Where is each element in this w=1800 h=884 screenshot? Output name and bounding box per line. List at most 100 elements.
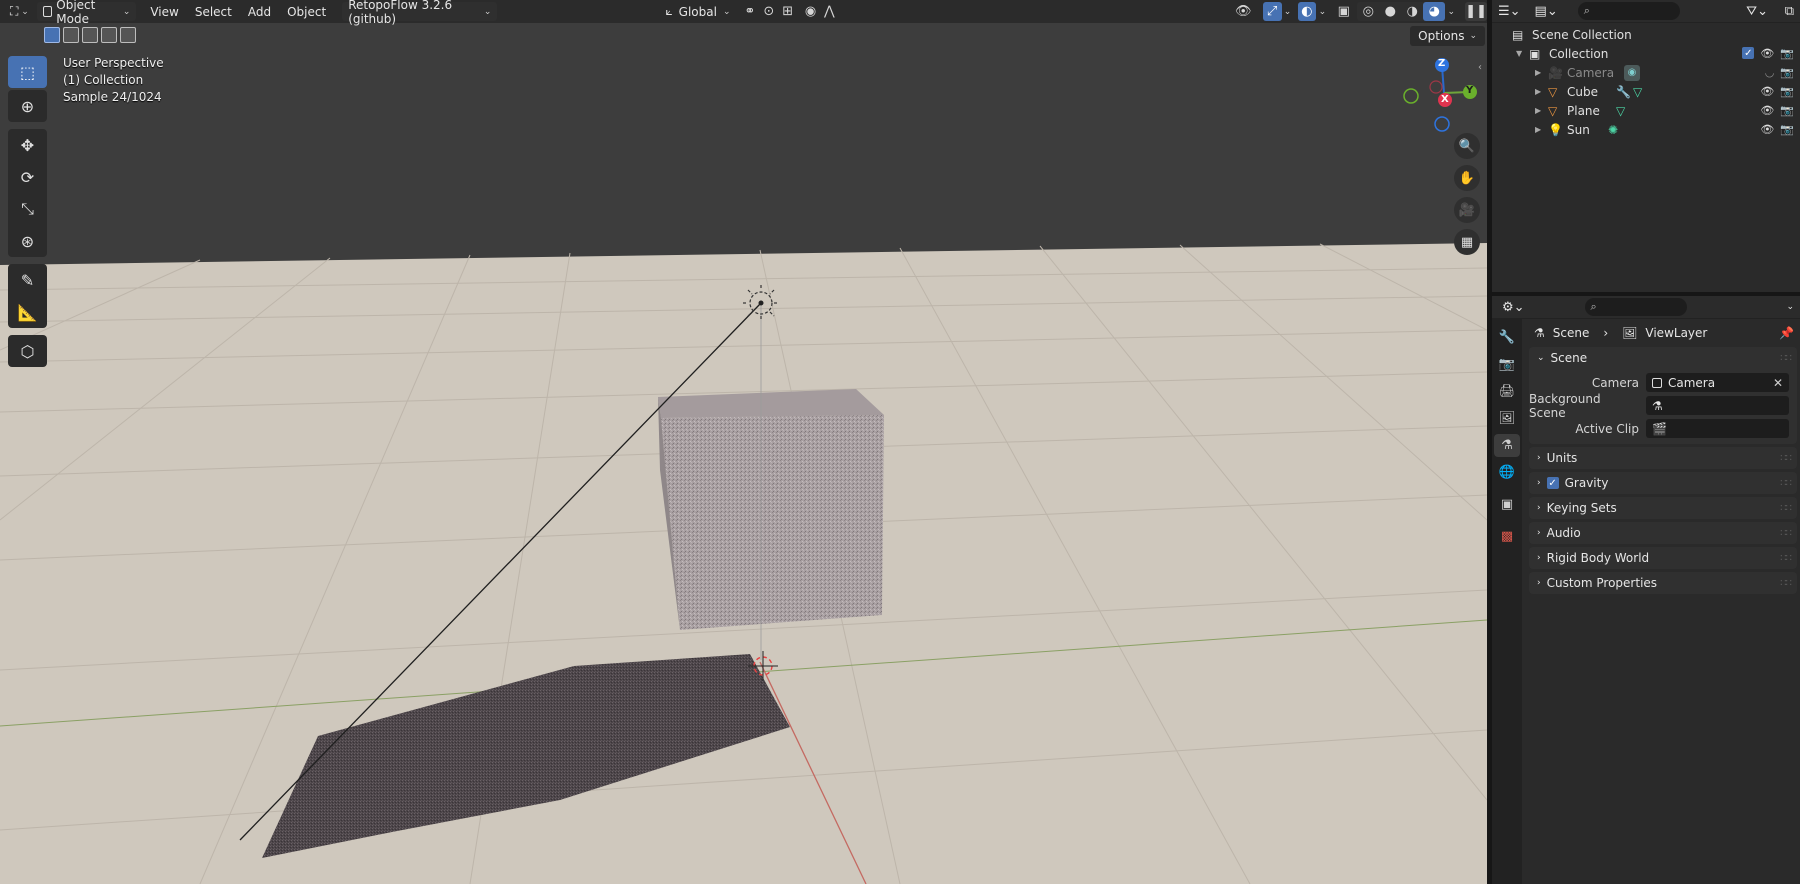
scale-tool-icon[interactable]: ⤡ (8, 193, 47, 225)
gravity-checkbox[interactable]: ✓ (1546, 477, 1559, 489)
eye-closed-icon[interactable]: ◡ (1765, 66, 1775, 79)
chevron-down-icon[interactable]: ⌄ (1445, 2, 1457, 21)
options-button[interactable]: Options ⌄ (1410, 26, 1485, 46)
expand-down-icon[interactable]: ▼ (1516, 49, 1522, 58)
expand-right-icon[interactable]: ▶ (1535, 87, 1541, 96)
eye-icon[interactable]: 👁 (1760, 47, 1774, 60)
select-intersect-icon[interactable] (120, 27, 136, 43)
outliner-row-camera[interactable]: ▶ 🎥 Camera ◉ ◡ 📷 (1492, 63, 1800, 82)
menu-view[interactable]: View (142, 2, 186, 21)
drag-grip-icon[interactable]: ∷∷ (1780, 353, 1792, 364)
expand-right-icon[interactable]: ▶ (1535, 68, 1541, 77)
filter-icon[interactable]: ⛛⌄ (1746, 4, 1768, 19)
drag-grip-icon[interactable]: ∷∷ (1780, 503, 1792, 514)
menu-select[interactable]: Select (187, 2, 240, 21)
view-layer-tab-icon[interactable]: 🖼 (1494, 407, 1520, 430)
ortho-grid-icon[interactable]: ▦ (1454, 229, 1480, 255)
mode-dropdown[interactable]: Object Mode ⌄ (36, 0, 137, 26)
units-panel[interactable]: › Units ∷∷ (1529, 447, 1797, 469)
snap-icon[interactable]: ⊙ (759, 2, 778, 21)
eye-icon[interactable]: 👁 (1760, 85, 1774, 98)
measure-tool-icon[interactable]: 📐 (8, 296, 47, 328)
outliner-row-scene-collection[interactable]: ▤ Scene Collection (1492, 25, 1800, 44)
solid-shading-icon[interactable]: ● (1379, 2, 1401, 21)
annotate-tool-icon[interactable]: ✎ (8, 264, 47, 296)
expand-right-icon[interactable]: ▶ (1535, 125, 1541, 134)
outliner-row-plane[interactable]: ▶ ▽ Plane ▽ 👁 📷 (1492, 101, 1800, 120)
camera-field[interactable]: Camera ✕ (1646, 373, 1789, 392)
visibility-icon[interactable]: 👁 (1234, 2, 1253, 21)
falloff-icon[interactable]: ⋀ (820, 2, 839, 21)
rotate-tool-icon[interactable]: ⟳ (8, 161, 47, 193)
camera-view-icon[interactable]: 🎥 (1454, 197, 1480, 223)
camera-render-icon[interactable]: 📷 (1780, 85, 1794, 98)
gizmo-x-label[interactable]: X (1441, 94, 1449, 105)
wireframe-shading-icon[interactable]: ◎ (1357, 2, 1379, 21)
camera-render-icon[interactable]: 📷 (1780, 104, 1794, 117)
move-tool-icon[interactable]: ✥ (8, 129, 47, 161)
select-box-tool-icon[interactable]: ⬚ (8, 56, 47, 88)
scene-tab-icon[interactable]: ⚗ (1494, 434, 1520, 457)
properties-editor-icon[interactable]: ⚙⌄ (1502, 300, 1525, 315)
clear-icon[interactable]: ✕ (1773, 376, 1783, 390)
render-tab-icon[interactable]: 📷 (1494, 353, 1520, 376)
display-mode-icon[interactable]: ▤⌄ (1535, 4, 1558, 19)
drag-grip-icon[interactable]: ∷∷ (1780, 528, 1792, 539)
cursor-tool-icon[interactable]: ⊕ (8, 90, 47, 122)
gizmo-y-label[interactable]: Y (1466, 85, 1473, 96)
3d-viewport[interactable]: Z Y X ⛶ ⌄ Object Mode ⌄ View Select Add … (0, 0, 1487, 884)
audio-panel[interactable]: › Audio ∷∷ (1529, 522, 1797, 544)
pin-icon[interactable]: 📌 (1779, 326, 1794, 340)
gizmo-z-label[interactable]: Z (1438, 58, 1445, 69)
select-extend-icon[interactable] (63, 27, 79, 43)
xray-icon[interactable]: ▣ (1334, 2, 1353, 21)
transform-tool-icon[interactable]: ⊛ (8, 225, 47, 257)
output-tab-icon[interactable]: 🖨 (1494, 380, 1520, 403)
eye-icon[interactable]: 👁 (1760, 123, 1774, 136)
pivot-point-icon[interactable]: ⚭ (741, 2, 760, 21)
outliner-row-cube[interactable]: ▶ ▽ Cube 🔧 ▽ 👁 📷 (1492, 82, 1800, 101)
drag-grip-icon[interactable]: ∷∷ (1780, 478, 1792, 489)
outliner-search-input[interactable]: ⌕ (1577, 2, 1680, 20)
scene-panel-header[interactable]: ⌄ Scene ∷∷ (1529, 347, 1797, 369)
editor-type-button[interactable]: ⛶ ⌄ (10, 2, 29, 21)
custom-properties-panel[interactable]: › Custom Properties ∷∷ (1529, 572, 1797, 594)
retopoflow-dropdown[interactable]: RetopoFlow 3.2.6 (github) ⌄ (342, 0, 498, 26)
camera-render-icon[interactable]: 📷 (1780, 66, 1794, 79)
drag-grip-icon[interactable]: ∷∷ (1780, 553, 1792, 564)
overlay-toggle-icon[interactable]: ◐ (1297, 2, 1317, 21)
texture-tab-icon[interactable]: ▩ (1494, 525, 1520, 548)
keying-sets-panel[interactable]: › Keying Sets ∷∷ (1529, 497, 1797, 519)
proportional-edit-icon[interactable]: ◉ (801, 2, 820, 21)
properties-search-input[interactable]: ⌕ (1584, 298, 1687, 316)
add-cube-tool-icon[interactable]: ⬡ (8, 335, 47, 367)
zoom-icon[interactable]: 🔍 (1454, 133, 1480, 159)
eye-icon[interactable]: 👁 (1760, 104, 1774, 117)
gravity-panel[interactable]: › ✓ Gravity ∷∷ (1529, 472, 1797, 494)
rigid-body-world-panel[interactable]: › Rigid Body World ∷∷ (1529, 547, 1797, 569)
select-invert-icon[interactable] (101, 27, 117, 43)
expand-right-icon[interactable]: ▶ (1535, 106, 1541, 115)
pan-hand-icon[interactable]: ✋ (1454, 165, 1480, 191)
new-collection-icon[interactable]: ⧉ (1785, 4, 1794, 19)
camera-render-icon[interactable]: 📷 (1780, 47, 1794, 60)
chevron-down-icon[interactable]: ⌄ (1282, 2, 1294, 21)
chevron-down-icon[interactable]: ⌄ (1786, 302, 1794, 312)
snap-target-icon[interactable]: ⊞ (778, 2, 797, 21)
menu-object[interactable]: Object (279, 2, 334, 21)
outliner-row-sun[interactable]: ▶ 💡 Sun ✺ 👁 📷 (1492, 120, 1800, 139)
chevron-down-icon[interactable]: ⌄ (1316, 2, 1328, 21)
pause-render-icon[interactable]: ❚❚ (1465, 2, 1487, 21)
tool-tab-icon[interactable]: 🔧 (1494, 326, 1520, 349)
rendered-shading-icon[interactable]: ◕ (1423, 2, 1446, 21)
menu-add[interactable]: Add (240, 2, 279, 21)
collection-checkbox[interactable]: ✓ (1742, 47, 1755, 59)
select-subtract-icon[interactable] (82, 27, 98, 43)
outliner-row-collection[interactable]: ▼ ▣ Collection ✓ 👁 📷 (1492, 44, 1800, 63)
drag-grip-icon[interactable]: ∷∷ (1780, 578, 1792, 589)
material-shading-icon[interactable]: ◑ (1401, 2, 1423, 21)
camera-render-icon[interactable]: 📷 (1780, 123, 1794, 136)
collection-tab-icon[interactable]: ▣ (1494, 493, 1520, 516)
active-clip-field[interactable]: 🎬 (1646, 419, 1789, 438)
outliner-editor-icon[interactable]: ☰⌄ (1498, 4, 1521, 19)
